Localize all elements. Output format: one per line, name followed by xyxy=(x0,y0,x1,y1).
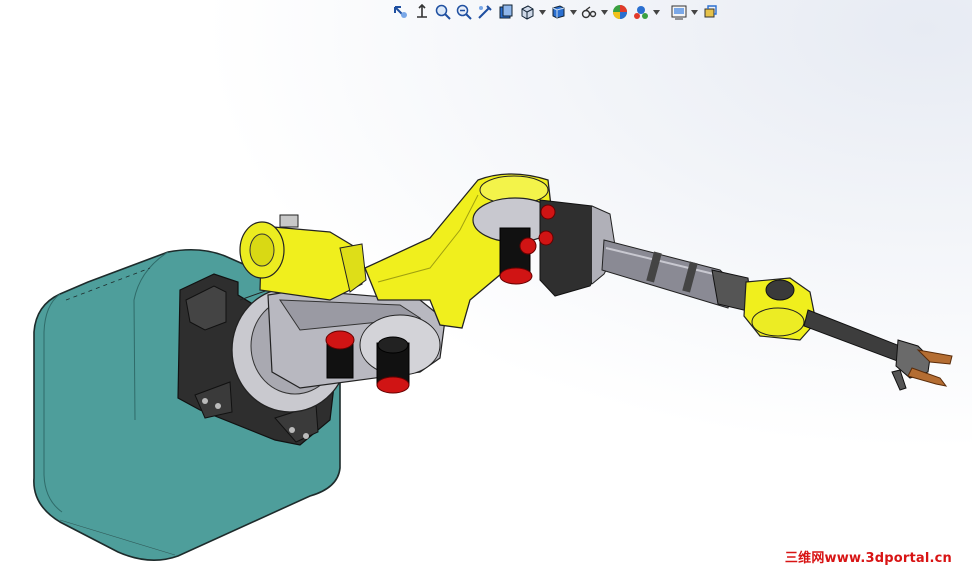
rotate-view-icon[interactable] xyxy=(701,3,719,21)
edit-appearance-dropdown-icon[interactable] xyxy=(601,3,608,21)
watermark-text: 三维网www.3dportal.cn xyxy=(784,551,952,566)
zoom-to-fit-icon[interactable] xyxy=(392,3,410,21)
heads-up-view-toolbar xyxy=(392,1,719,23)
display-style-icon[interactable] xyxy=(518,3,536,21)
zoom-in-out-icon[interactable] xyxy=(434,3,452,21)
hide-show-dropdown-icon[interactable] xyxy=(570,3,577,21)
lower-arm-casting xyxy=(267,289,446,389)
hide-show-items-icon[interactable] xyxy=(549,3,567,21)
end-effector-gripper xyxy=(803,309,953,391)
apply-scene-icon[interactable] xyxy=(611,3,629,21)
edit-appearance-icon[interactable] xyxy=(580,3,598,21)
zoom-previous-icon[interactable] xyxy=(455,3,473,21)
view-settings-dropdown-icon[interactable] xyxy=(653,3,660,21)
section-view-icon[interactable] xyxy=(476,3,494,21)
display-pane-dropdown-icon[interactable] xyxy=(691,3,698,21)
zoom-to-area-icon[interactable] xyxy=(413,3,431,21)
forearm-tube xyxy=(601,239,753,313)
display-pane-icon[interactable] xyxy=(670,3,688,21)
graphics-viewport[interactable] xyxy=(0,0,972,569)
display-style-dropdown-icon[interactable] xyxy=(539,3,546,21)
view-settings-icon[interactable] xyxy=(632,3,650,21)
view-orientation-icon[interactable] xyxy=(497,3,515,21)
wrist-unit xyxy=(743,277,817,341)
